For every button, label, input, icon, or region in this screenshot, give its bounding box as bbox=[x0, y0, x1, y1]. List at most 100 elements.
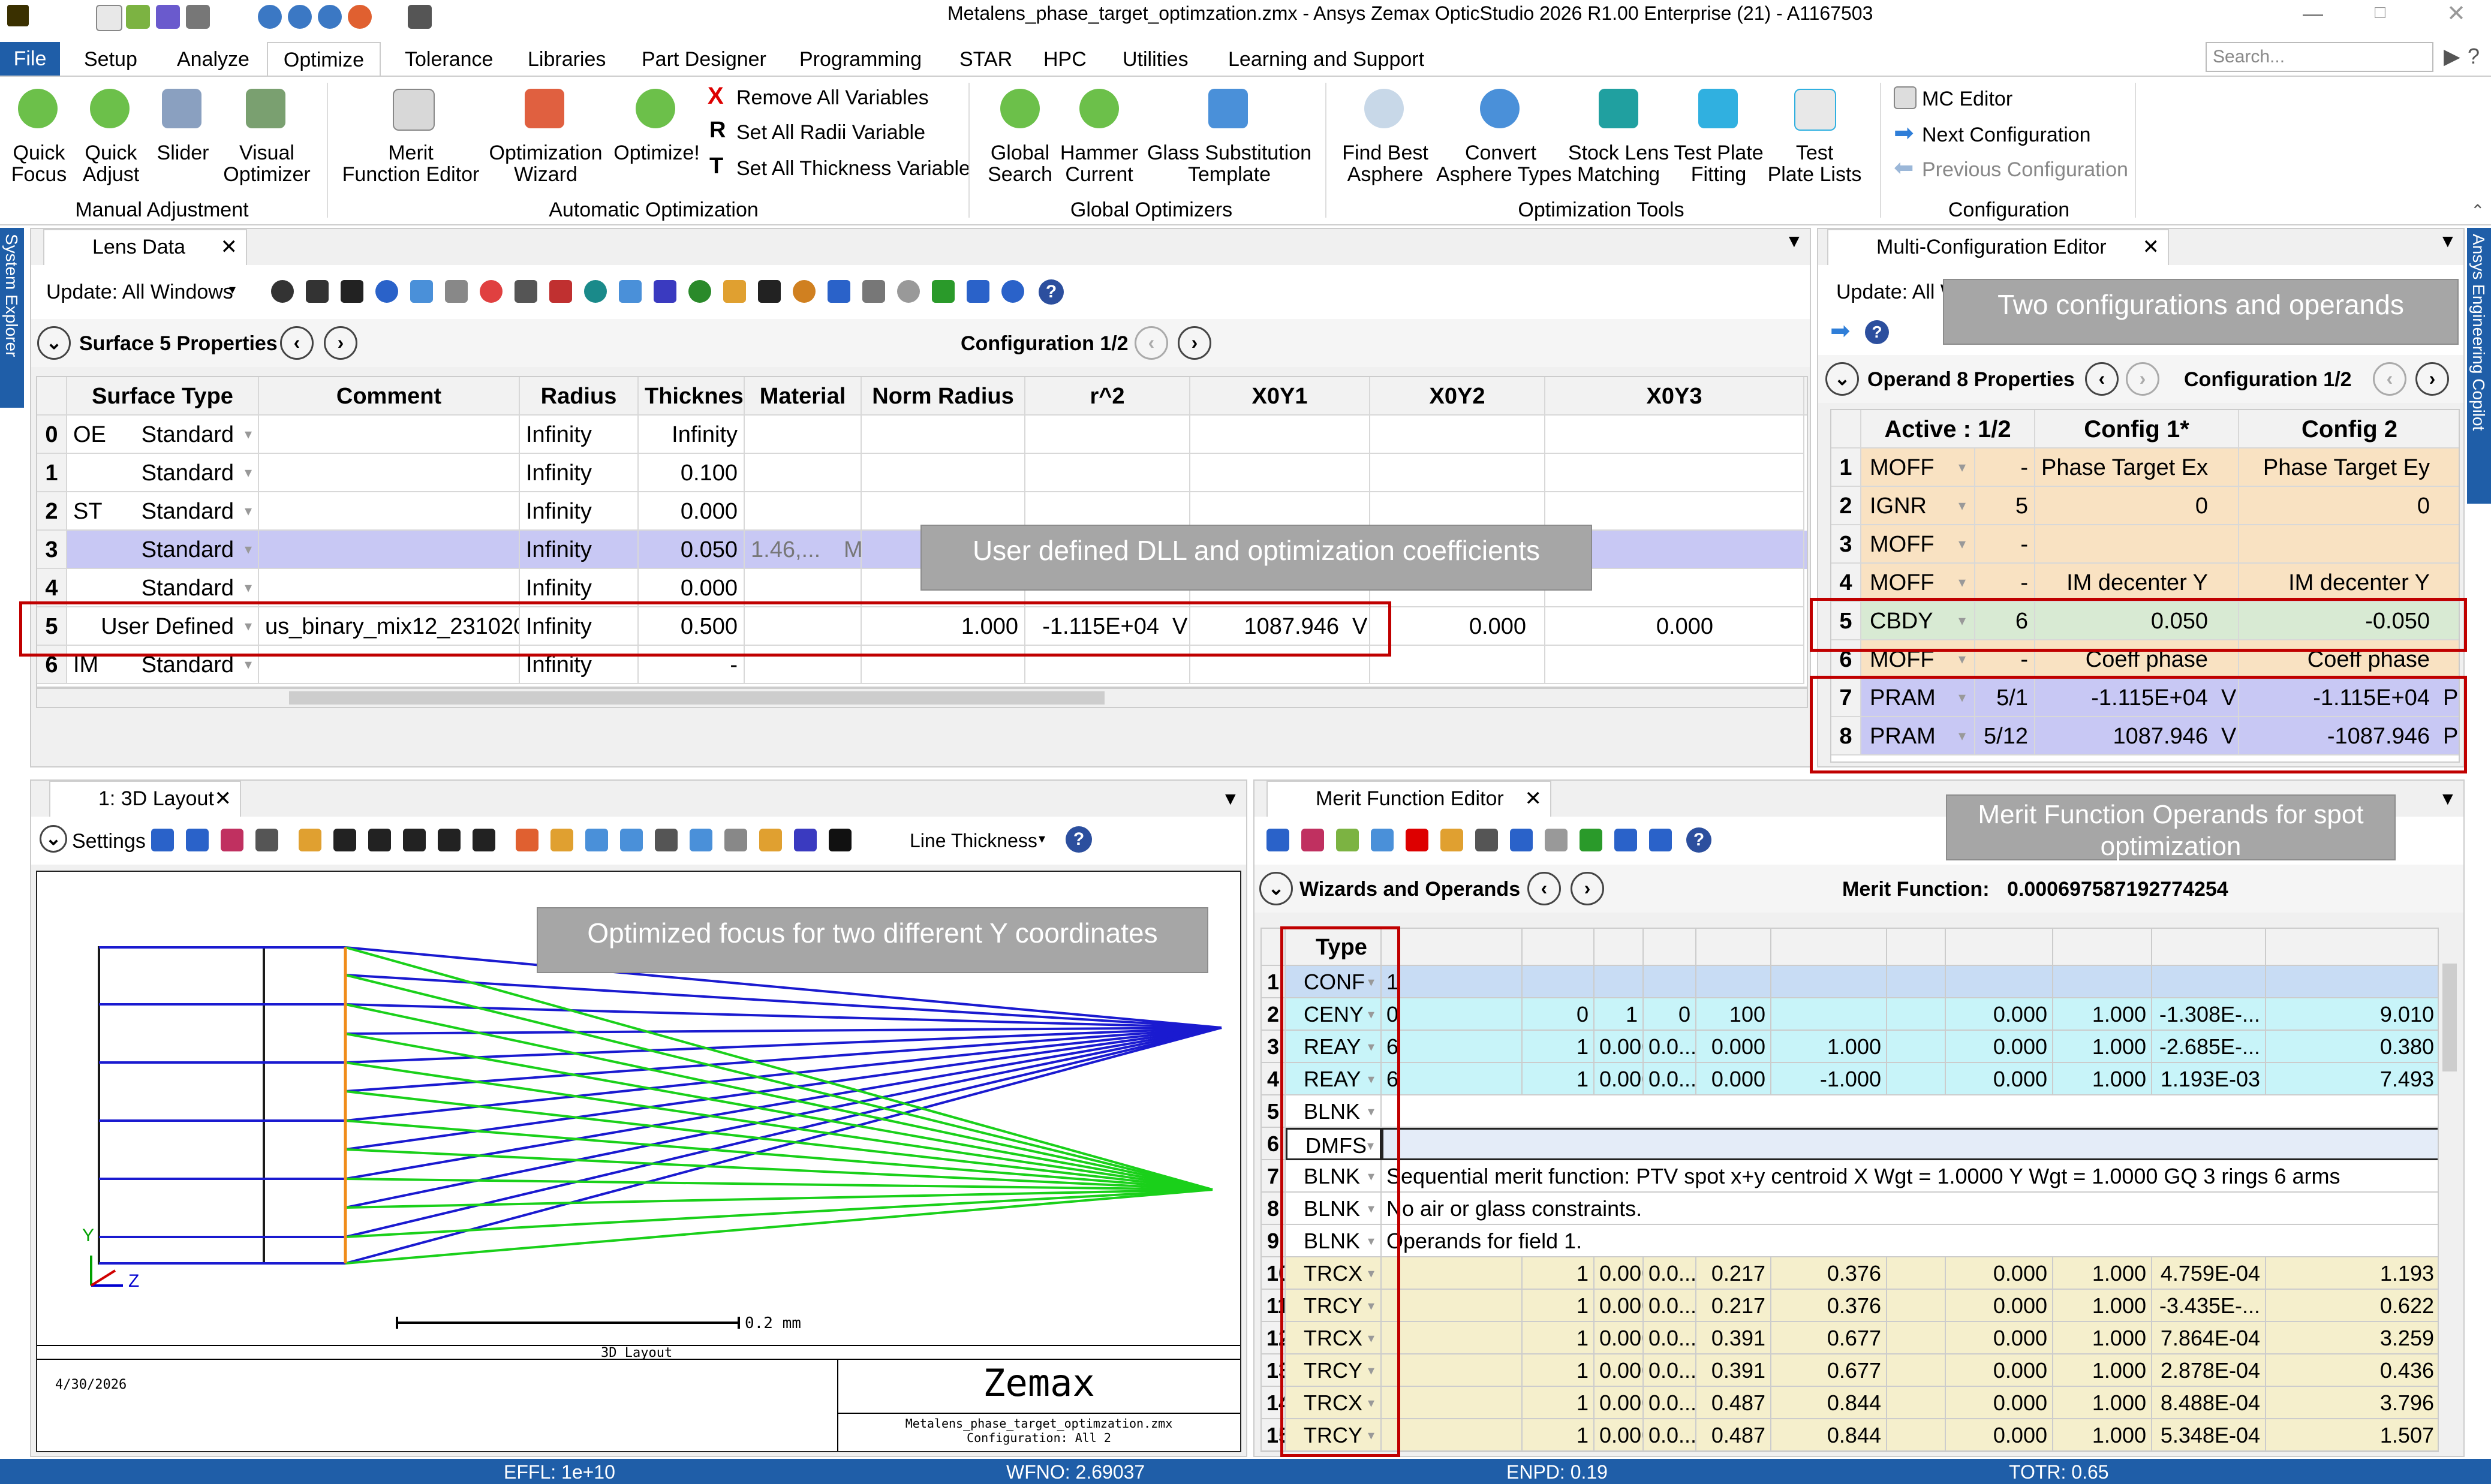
operand-value-cell[interactable]: 0.487 bbox=[1696, 1419, 1771, 1451]
operand-value-cell[interactable] bbox=[1771, 966, 1887, 998]
operand-value-cell[interactable]: 1.000 bbox=[2053, 1354, 2152, 1387]
next-config-icon[interactable]: › bbox=[1178, 326, 1211, 360]
refresh-icon[interactable] bbox=[271, 280, 294, 303]
refresh-icon[interactable] bbox=[318, 5, 342, 29]
global-search-button[interactable]: Global Search bbox=[975, 142, 1065, 185]
table-row[interactable]: 2 IGNR ▾ 5 0 0 bbox=[1831, 487, 2459, 525]
close-icon[interactable]: ✕ bbox=[1525, 782, 1542, 815]
operand-value-cell[interactable]: 1.000 bbox=[2053, 1387, 2152, 1419]
operand-value-cell[interactable] bbox=[1887, 1290, 1946, 1322]
panel-menu-icon[interactable]: ▼ bbox=[1222, 790, 1240, 808]
operand-value-cell[interactable]: 0.000 bbox=[1946, 1322, 2053, 1354]
x0y1-cell[interactable] bbox=[1190, 416, 1370, 454]
operand-value-cell[interactable]: 1 bbox=[1523, 1031, 1595, 1063]
radius-cell[interactable]: Infinity bbox=[520, 454, 639, 492]
table-row[interactable]: 2 CENY ▾ 0 0 1 0 100 0.000 1.000 -1.308E-... 9.010 bbox=[1262, 998, 2438, 1031]
thickness-cell[interactable]: 0.050 bbox=[639, 531, 745, 569]
operand-value-cell[interactable]: 0.000 bbox=[1946, 1290, 2053, 1322]
table-row[interactable]: 13TRCY▾10.0000.0...0.3910.6770.0001.0002… bbox=[1262, 1354, 2438, 1387]
grid-icon[interactable] bbox=[410, 280, 433, 303]
surface-type-cell[interactable]: OE Standard ▾ bbox=[67, 416, 259, 454]
collapse-icon[interactable]: ⌄ bbox=[37, 326, 71, 360]
operand-value-cell[interactable]: 0.000 bbox=[1595, 1257, 1644, 1290]
operand-value-cell[interactable]: 0.000 bbox=[1595, 1387, 1644, 1419]
next-operand-icon[interactable]: › bbox=[1571, 872, 1604, 905]
insert-icon[interactable] bbox=[1371, 829, 1394, 851]
menu-learning-support[interactable]: Learning and Support bbox=[1228, 49, 1424, 70]
link-icon[interactable] bbox=[967, 280, 989, 303]
operand-value-cell[interactable]: 1.507 bbox=[2266, 1419, 2438, 1451]
shape-icon[interactable] bbox=[688, 280, 711, 303]
quick-focus-button[interactable]: Quick Focus bbox=[0, 142, 78, 185]
operand-value-cell[interactable] bbox=[1523, 966, 1595, 998]
line-thickness-dropdown[interactable]: Line Thickness bbox=[910, 831, 1037, 850]
table-row[interactable]: 12TRCX▾10.0000.0...0.3910.6770.0001.0007… bbox=[1262, 1322, 2438, 1354]
collapse-icon[interactable]: ⌄ bbox=[40, 825, 67, 853]
operand-value-cell[interactable] bbox=[2152, 966, 2266, 998]
menu-file[interactable]: File bbox=[0, 42, 60, 76]
operand-type-cell[interactable]: MOFF ▾ bbox=[1861, 525, 1975, 564]
operand-value-cell[interactable] bbox=[1887, 966, 1946, 998]
prev-operand-icon[interactable]: ‹ bbox=[1527, 872, 1561, 905]
operand-value-cell[interactable]: 0.376 bbox=[1771, 1257, 1887, 1290]
vertical-scrollbar[interactable] bbox=[2439, 928, 2460, 1452]
tab-3d-layout[interactable]: 1: 3D Layout ✕ bbox=[49, 781, 241, 817]
collapse-ribbon-icon[interactable]: ⌃ bbox=[2471, 203, 2484, 219]
operand-value-cell[interactable]: 1.000 bbox=[1771, 1031, 1887, 1063]
operand-value-cell[interactable]: 7.864E-04 bbox=[2152, 1322, 2266, 1354]
visual-optimizer-button[interactable]: Visual Optimizer bbox=[222, 142, 312, 185]
hammer-current-button[interactable]: Hammer Current bbox=[1054, 142, 1144, 185]
operand-value-cell[interactable]: 0.217 bbox=[1696, 1290, 1771, 1322]
scatter-icon[interactable] bbox=[445, 280, 468, 303]
norm-radius-cell[interactable] bbox=[862, 454, 1025, 492]
sort-icon[interactable] bbox=[584, 280, 607, 303]
config-1-value[interactable] bbox=[2035, 525, 2239, 564]
operand-value-cell[interactable] bbox=[1887, 1063, 1946, 1095]
table-row[interactable]: 4REAY▾610.0000.0...0.000-1.0000.0001.000… bbox=[1262, 1063, 2438, 1095]
operand-value-cell[interactable]: 1.000 bbox=[2053, 1063, 2152, 1095]
page-icon[interactable] bbox=[897, 280, 920, 303]
wizards-and-operands[interactable]: Wizards and Operands bbox=[1299, 879, 1520, 899]
quick-adjust-icon[interactable] bbox=[90, 89, 130, 128]
operand-value-cell[interactable] bbox=[1887, 1322, 1946, 1354]
operand-param[interactable]: 5 bbox=[1975, 487, 2035, 525]
save-icon[interactable] bbox=[156, 5, 180, 29]
surface-properties[interactable]: Surface 5 Properties bbox=[79, 333, 278, 354]
glass-substitution-icon[interactable] bbox=[1208, 89, 1248, 128]
test-plate-fitting-button[interactable]: Test Plate Fitting bbox=[1671, 142, 1767, 185]
system-explorer-strip[interactable]: System Explorer bbox=[0, 228, 24, 408]
operand-value-cell[interactable] bbox=[1382, 1354, 1523, 1387]
operand-value-cell[interactable]: 8.488E-04 bbox=[2152, 1387, 2266, 1419]
operand-value-cell[interactable] bbox=[1887, 1419, 1946, 1451]
menu-star[interactable]: STAR bbox=[959, 49, 1012, 70]
menu-libraries[interactable]: Libraries bbox=[528, 49, 606, 70]
next-configuration-button[interactable]: Next Configuration bbox=[1922, 125, 2091, 145]
operand-value-cell[interactable]: 1.000 bbox=[2053, 1322, 2152, 1354]
r2-cell[interactable] bbox=[1025, 416, 1190, 454]
fit-icon[interactable] bbox=[759, 829, 782, 851]
close-icon[interactable]: ✕ bbox=[215, 782, 232, 815]
table-row[interactable]: 6 DMFS ▾ bbox=[1262, 1128, 2438, 1160]
prev-surface-icon[interactable]: ‹ bbox=[280, 326, 314, 360]
operand-value-cell[interactable]: 0.622 bbox=[2266, 1290, 2438, 1322]
operand-value-cell[interactable]: 100 bbox=[1696, 998, 1771, 1031]
operand-value-cell[interactable]: -2.685E-... bbox=[2152, 1031, 2266, 1063]
image-icon[interactable] bbox=[690, 829, 712, 851]
stock-lens-matching-button[interactable]: Stock Lens Matching bbox=[1568, 142, 1669, 185]
radius-cell[interactable]: Infinity bbox=[520, 531, 639, 569]
config-2-value[interactable]: Phase Target Ey bbox=[2239, 448, 2459, 487]
update-dropdown[interactable]: Update: All W bbox=[1836, 282, 1960, 302]
reload-icon[interactable] bbox=[306, 280, 329, 303]
next-config-icon[interactable]: › bbox=[2415, 362, 2449, 396]
material-cell[interactable] bbox=[745, 454, 862, 492]
convert-asphere-types-button[interactable]: Convert Asphere Types bbox=[1436, 142, 1572, 185]
pencil-icon[interactable] bbox=[299, 829, 321, 851]
table-row[interactable]: 11TRCY▾10.0000.0...0.2170.3760.0001.000-… bbox=[1262, 1290, 2438, 1322]
optimization-wizard-button[interactable]: Optimization Wizard bbox=[483, 142, 609, 185]
tab-multi-config[interactable]: Multi-Configuration Editor ✕ bbox=[1827, 229, 2169, 265]
thickness-cell[interactable]: 0.100 bbox=[639, 454, 745, 492]
operand-value-cell[interactable]: -1.308E-... bbox=[2152, 998, 2266, 1031]
help-icon[interactable]: ? bbox=[1865, 320, 1889, 344]
operand-comment-cell[interactable]: Operands for field 1. bbox=[1382, 1225, 2438, 1257]
visual-optimizer-icon[interactable] bbox=[246, 89, 285, 128]
